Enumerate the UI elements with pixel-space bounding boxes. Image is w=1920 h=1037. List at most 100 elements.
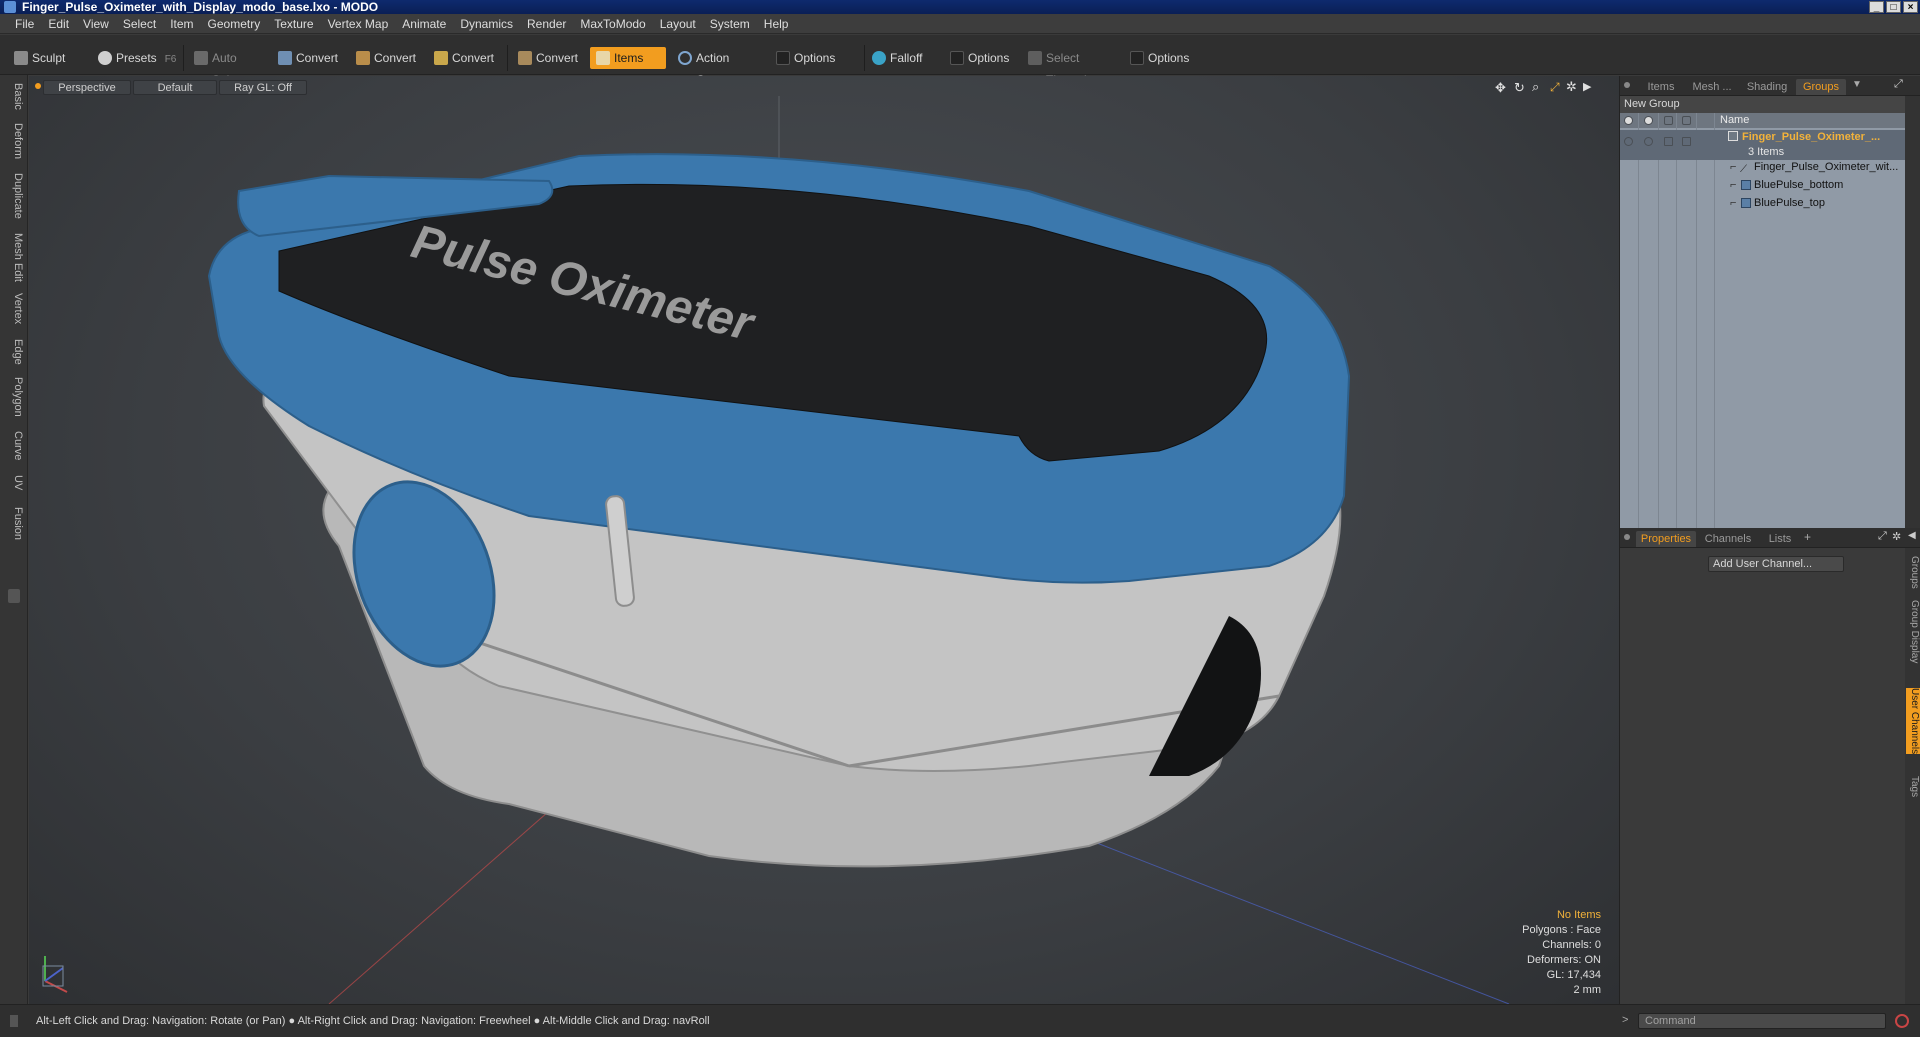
close-icon[interactable]: ×: [1903, 1, 1918, 13]
panel-dot-icon[interactable]: [1624, 534, 1630, 540]
status-bar: Alt-Left Click and Drag: Navigation: Rot…: [0, 1004, 1920, 1037]
lock-column-icon[interactable]: [1664, 116, 1673, 125]
3d-viewport[interactable]: Perspective Default Ray GL: Off ✥ ↻ ⌕ ⤢ …: [29, 76, 1619, 1004]
tab-collapse-handle[interactable]: [8, 589, 20, 603]
panel-expand-icon[interactable]: ⤢: [1878, 530, 1887, 543]
side-tab-groups[interactable]: Groups: [1906, 556, 1920, 589]
command-expand-icon[interactable]: >: [1622, 1014, 1628, 1026]
menu-dynamics[interactable]: Dynamics: [453, 14, 520, 34]
menu-view[interactable]: View: [76, 14, 116, 34]
visibility-toggle-icon[interactable]: [1624, 137, 1633, 146]
auto-select-button[interactable]: Auto Select: [188, 47, 266, 87]
menu-geometry[interactable]: Geometry: [201, 14, 268, 34]
convert-vertex-button[interactable]: Convert: [272, 47, 346, 69]
maximize-icon[interactable]: □: [1886, 1, 1901, 13]
add-user-channel-button[interactable]: Add User Channel...: [1708, 556, 1844, 572]
options-icon: [1130, 51, 1144, 65]
properties-area: Add User Channel...: [1620, 548, 1905, 1004]
tab-fusion[interactable]: Fusion: [4, 507, 24, 540]
panel-menu-arrow-icon[interactable]: ◀: [1908, 530, 1916, 541]
column-divider: [1658, 113, 1659, 528]
menu-render[interactable]: Render: [520, 14, 573, 34]
panel-settings-gear-icon[interactable]: ✲: [1892, 530, 1901, 543]
select-through-button[interactable]: Select Through: [1022, 47, 1122, 87]
menu-vertex-map[interactable]: Vertex Map: [321, 14, 396, 34]
menu-texture[interactable]: Texture: [267, 14, 320, 34]
polygon-mode-icon: [434, 51, 448, 65]
menu-help[interactable]: Help: [757, 14, 796, 34]
select-options-button[interactable]: Options: [1124, 47, 1210, 69]
action-center-button[interactable]: Action Center: [672, 47, 766, 87]
options-icon: [776, 51, 790, 65]
menu-file[interactable]: File: [8, 14, 41, 34]
falloff-button[interactable]: Falloff: [866, 47, 942, 69]
menu-maxtomodo[interactable]: MaxToModo: [573, 14, 652, 34]
left-tool-tabs: Basic Deform Duplicate Mesh Edit Vertex …: [0, 75, 28, 1005]
side-tab-group-display[interactable]: Group Display: [1906, 600, 1920, 663]
window-title: Finger_Pulse_Oximeter_with_Display_modo_…: [22, 0, 379, 14]
menu-item[interactable]: Item: [163, 14, 200, 34]
menu-animate[interactable]: Animate: [395, 14, 453, 34]
tab-mesh-edit[interactable]: Mesh Edit: [4, 233, 24, 282]
tab-duplicate[interactable]: Duplicate: [4, 173, 24, 219]
convert-material-button[interactable]: Convert: [512, 47, 586, 69]
tab-groups[interactable]: Groups: [1796, 79, 1846, 95]
select-toggle-icon[interactable]: [1682, 137, 1691, 146]
side-tab-tags[interactable]: Tags: [1906, 776, 1920, 797]
tab-curve[interactable]: Curve: [4, 431, 24, 460]
panel-expand-icon[interactable]: ⤢: [1894, 78, 1903, 91]
tab-deform[interactable]: Deform: [4, 123, 24, 159]
mesh-icon: [1741, 180, 1751, 190]
tab-uv[interactable]: UV: [4, 475, 24, 490]
falloff-options-button[interactable]: Options: [944, 47, 1028, 69]
new-group-button[interactable]: New Group: [1620, 96, 1905, 113]
tab-lists[interactable]: Lists: [1760, 531, 1800, 547]
convert-edge-button[interactable]: Convert: [350, 47, 424, 69]
add-tab-icon[interactable]: +: [1804, 530, 1811, 544]
panel-dot-icon[interactable]: [1624, 82, 1630, 88]
tab-basic[interactable]: Basic: [4, 83, 24, 110]
toolbar-divider: [183, 45, 184, 71]
items-mode-button[interactable]: Items: [590, 47, 666, 69]
tab-shading[interactable]: Shading: [1740, 79, 1794, 95]
menu-edit[interactable]: Edit: [41, 14, 76, 34]
list-item[interactable]: ⌐ ⟋ Finger_Pulse_Oximeter_wit...: [1620, 160, 1905, 175]
tab-polygon[interactable]: Polygon: [4, 377, 24, 417]
convert-polygon-button[interactable]: Convert: [428, 47, 502, 69]
menu-select[interactable]: Select: [116, 14, 163, 34]
tab-properties[interactable]: Properties: [1636, 531, 1696, 547]
tab-items[interactable]: Items: [1638, 79, 1684, 95]
side-tab-user-channels[interactable]: User Channels: [1906, 688, 1920, 755]
command-input[interactable]: Command: [1638, 1013, 1886, 1029]
select-column-icon[interactable]: [1682, 116, 1691, 125]
render-toggle-icon[interactable]: [1644, 137, 1653, 146]
tab-mesh[interactable]: Mesh ...: [1686, 79, 1738, 95]
groups-scrollbar[interactable]: [1905, 96, 1920, 528]
sculpt-button[interactable]: Sculpt: [8, 47, 88, 69]
tab-channels[interactable]: Channels: [1700, 531, 1756, 547]
vertex-mode-icon: [278, 51, 292, 65]
model-render: Pulse Oximeter: [42, 96, 1510, 1004]
menu-system[interactable]: System: [703, 14, 757, 34]
name-column-header[interactable]: Name: [1720, 113, 1749, 128]
command-history-icon[interactable]: [1895, 1014, 1909, 1028]
tab-vertex[interactable]: Vertex: [4, 293, 24, 324]
list-item[interactable]: ⌐ BluePulse_top: [1620, 196, 1905, 211]
falloff-icon: [872, 51, 886, 65]
tab-edge[interactable]: Edge: [4, 339, 24, 365]
options-icon: [950, 51, 964, 65]
stats-scale: 2 mm: [1573, 984, 1602, 996]
minimize-icon[interactable]: _: [1869, 1, 1884, 13]
select-through-icon: [1028, 51, 1042, 65]
visibility-column-icon[interactable]: [1624, 116, 1633, 125]
status-handle-icon[interactable]: [10, 1015, 18, 1027]
tab-menu-arrow-icon[interactable]: ▼: [1852, 79, 1862, 90]
menu-layout[interactable]: Layout: [653, 14, 703, 34]
items-mode-icon: [596, 51, 610, 65]
lock-toggle-icon[interactable]: [1664, 137, 1673, 146]
render-column-icon[interactable]: [1644, 116, 1653, 125]
presets-button[interactable]: Presets F6: [92, 47, 178, 69]
group-row-selected[interactable]: Finger_Pulse_Oximeter_... 3 Items: [1620, 130, 1905, 160]
list-item[interactable]: ⌐ BluePulse_bottom: [1620, 178, 1905, 193]
action-center-options-button[interactable]: Options: [770, 47, 862, 69]
